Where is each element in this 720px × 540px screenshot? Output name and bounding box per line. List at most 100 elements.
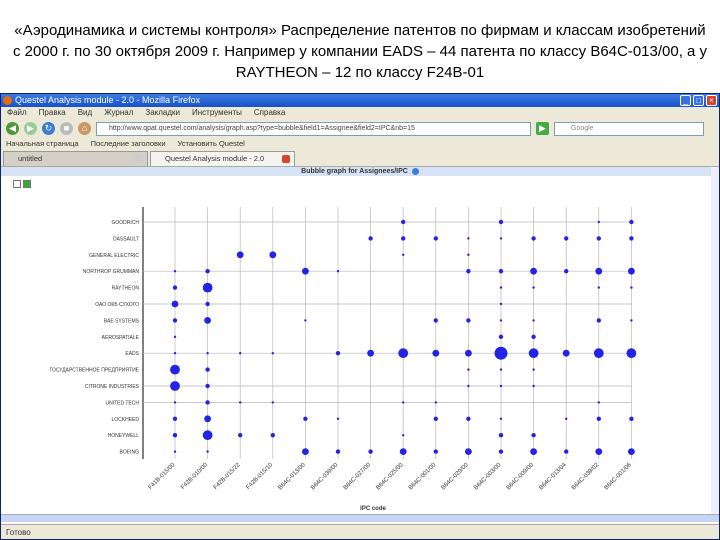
go-icon[interactable]: ▶ bbox=[536, 122, 549, 135]
x-tick-label: B64C-025/00 bbox=[375, 462, 405, 492]
bubble bbox=[531, 236, 536, 241]
x-tick-label: F42B-015/22 bbox=[213, 462, 242, 491]
bubble bbox=[368, 449, 373, 454]
bubble bbox=[532, 368, 535, 371]
bubble bbox=[628, 267, 635, 275]
bookmark-questel[interactable]: Установить Questel bbox=[178, 138, 245, 150]
forward-icon[interactable]: ▶ bbox=[24, 122, 37, 135]
bubble bbox=[595, 448, 603, 455]
bubble bbox=[499, 302, 503, 306]
bubble bbox=[530, 448, 537, 455]
menu-tools[interactable]: Инструменты bbox=[192, 107, 242, 119]
bubble bbox=[172, 318, 178, 323]
stop-icon[interactable]: ■ bbox=[60, 122, 73, 135]
y-tick-label: RAYTHEON bbox=[112, 286, 140, 292]
bubble bbox=[498, 449, 504, 454]
bubble bbox=[562, 349, 570, 357]
y-tick-label: EADS bbox=[125, 351, 139, 357]
bubble bbox=[595, 267, 603, 275]
bubble bbox=[564, 269, 569, 274]
menu-view[interactable]: Вид bbox=[78, 107, 92, 119]
bubble bbox=[465, 349, 472, 357]
menu-help[interactable]: Справка bbox=[254, 107, 285, 119]
bubble bbox=[467, 368, 470, 371]
bubble bbox=[271, 401, 274, 404]
tab-bar: untitled Questel Analysis module - 2.0 bbox=[1, 150, 719, 167]
bubble bbox=[239, 401, 242, 404]
bubble bbox=[170, 381, 180, 391]
menu-history[interactable]: Журнал bbox=[104, 107, 133, 119]
bubble bbox=[530, 267, 537, 275]
tab-questel[interactable]: Questel Analysis module - 2.0 bbox=[150, 151, 295, 166]
bubble bbox=[402, 401, 405, 404]
x-tick-label: F42B-015/10 bbox=[245, 462, 274, 491]
bubble bbox=[335, 449, 341, 454]
bubble bbox=[565, 417, 568, 420]
bubble bbox=[466, 269, 471, 274]
close-tab-icon[interactable] bbox=[135, 155, 143, 163]
x-tick-label: B64C-003/00 bbox=[473, 462, 503, 492]
reload-icon[interactable]: ↻ bbox=[42, 122, 55, 135]
menu-file[interactable]: Файл bbox=[7, 107, 27, 119]
x-tick-label: B64C-001/06 bbox=[604, 462, 634, 492]
x-axis-label: IPC code bbox=[360, 506, 386, 512]
horizontal-scrollbar[interactable] bbox=[1, 514, 719, 522]
bubble bbox=[204, 415, 211, 423]
bubble bbox=[205, 269, 210, 274]
bubble bbox=[499, 417, 503, 420]
navigation-toolbar: ◀ ▶ ↻ ■ ⌂ http://www.qpat.questel.com/an… bbox=[1, 119, 719, 138]
bookmark-headlines[interactable]: Последние заголовки bbox=[91, 138, 166, 150]
bubble bbox=[432, 349, 440, 357]
window-title: Questel Analysis module - 2.0 - Mozilla … bbox=[15, 95, 201, 105]
menu-edit[interactable]: Правка bbox=[39, 107, 66, 119]
bubble bbox=[398, 348, 409, 359]
bubble bbox=[206, 450, 209, 453]
bubble bbox=[269, 251, 277, 259]
bubble bbox=[499, 286, 503, 289]
bubble bbox=[564, 449, 569, 454]
search-input[interactable]: Google bbox=[554, 121, 704, 136]
bubble bbox=[433, 236, 438, 241]
vertical-scrollbar[interactable] bbox=[711, 167, 719, 514]
bubble bbox=[335, 351, 341, 356]
tab-label: untitled bbox=[18, 154, 43, 163]
y-tick-label: BOEING bbox=[120, 450, 140, 456]
bubble bbox=[498, 269, 504, 274]
tab-label: Questel Analysis module - 2.0 bbox=[165, 154, 265, 163]
tab-untitled[interactable]: untitled bbox=[3, 151, 148, 166]
bubble bbox=[532, 286, 535, 289]
bubble bbox=[172, 433, 178, 438]
minimize-button[interactable]: _ bbox=[680, 95, 691, 106]
url-input[interactable]: http://www.qpat.questel.com/analysis/gra… bbox=[96, 121, 531, 136]
status-bar: Готово bbox=[1, 524, 719, 539]
bubble bbox=[498, 433, 504, 438]
close-tab-icon[interactable] bbox=[282, 155, 290, 163]
bubble bbox=[173, 270, 177, 273]
maximize-button[interactable]: □ bbox=[693, 95, 704, 106]
bubble bbox=[433, 318, 438, 323]
bubble bbox=[202, 430, 213, 441]
bubble bbox=[630, 319, 633, 322]
y-tick-label: ОАО ОКБ СУХОГО bbox=[95, 302, 139, 308]
bubble bbox=[466, 318, 471, 323]
x-tick-label: B64C-039/02 bbox=[571, 462, 601, 492]
home-icon[interactable]: ⌂ bbox=[78, 122, 91, 135]
x-tick-label: F42B-010/00 bbox=[180, 462, 209, 491]
menu-bar: Файл Правка Вид Журнал Закладки Инструме… bbox=[1, 107, 719, 119]
close-button[interactable]: × bbox=[706, 95, 717, 106]
bubble bbox=[467, 253, 470, 256]
bubble bbox=[499, 319, 503, 322]
bubble bbox=[498, 334, 504, 339]
menu-bookmarks[interactable]: Закладки bbox=[145, 107, 180, 119]
bubble bbox=[303, 416, 308, 421]
bubble bbox=[494, 346, 508, 360]
x-tick-label: B64C-013/00 bbox=[278, 462, 308, 492]
bubble bbox=[270, 433, 275, 438]
bubble-chart: F41B-015/00 F42B-010/00 F42B-015/22 F42B-01… bbox=[50, 207, 637, 512]
back-icon[interactable]: ◀ bbox=[6, 122, 19, 135]
bubble bbox=[532, 319, 535, 322]
bubble bbox=[238, 433, 243, 438]
bubble bbox=[433, 449, 438, 454]
bookmark-home[interactable]: Начальная страница bbox=[6, 138, 79, 150]
bubble bbox=[499, 384, 503, 388]
